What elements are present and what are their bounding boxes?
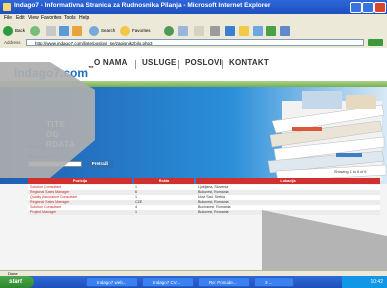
- browser-toolbar: Back Search Favorites: [0, 23, 387, 39]
- nav-item-usluge[interactable]: USLUGE: [142, 58, 177, 67]
- taskbar-item[interactable]: Indago7 web...: [86, 277, 138, 287]
- nav-item-o-nama[interactable]: O NAMA: [94, 58, 128, 67]
- menu-edit[interactable]: Edit: [16, 15, 25, 21]
- go-button[interactable]: [368, 39, 383, 46]
- address-input[interactable]: http://www.indago7.com/liste/poslovi_se/…: [26, 39, 364, 46]
- folder-icon[interactable]: [239, 26, 249, 36]
- search-label: Search: [101, 28, 116, 33]
- stop-icon[interactable]: [46, 26, 56, 36]
- back-arrow-icon[interactable]: [3, 26, 13, 36]
- results-count: Showing 1 to 6 of 6: [334, 170, 367, 174]
- mail-icon[interactable]: [194, 26, 204, 36]
- job-location: Bukurest, Romania: [198, 210, 229, 214]
- window-title: Indago7 - Informativna Stranica za Rudno…: [14, 2, 271, 9]
- ie-icon: [3, 3, 11, 11]
- table-row[interactable]: Project Manager 1 Bukurest, Romania: [28, 210, 380, 215]
- home-icon[interactable]: [72, 26, 82, 36]
- window-titlebar: Indago7 - Informativna Stranica za Rudno…: [0, 0, 387, 14]
- back-label: Back: [15, 28, 26, 33]
- keyword-input[interactable]: [28, 161, 82, 167]
- print-icon[interactable]: [210, 26, 220, 36]
- messenger-icon[interactable]: [253, 26, 263, 36]
- taskbar-item[interactable]: 3 ...: [254, 277, 294, 287]
- web-page: Indago7.com™ O NAMA USLUGE POSLOVI KONTA…: [0, 48, 387, 270]
- job-deadline: 1: [135, 210, 137, 214]
- media-icon[interactable]: [164, 26, 174, 36]
- menu-view[interactable]: View: [28, 15, 39, 21]
- taskbar: start Indago7 web... Indago7 CV... Re: P…: [0, 276, 387, 288]
- favorites-star-icon[interactable]: [120, 26, 130, 36]
- taskbar-item[interactable]: Re: Ponude...: [198, 277, 250, 287]
- taskbar-item[interactable]: Indago7 CV...: [142, 277, 194, 287]
- nav-divider: [178, 60, 179, 69]
- hero-banner: TITE OG RDATA: [0, 87, 387, 184]
- job-title-link[interactable]: Project Manager: [30, 210, 130, 215]
- system-tray: 10:42: [342, 276, 387, 288]
- start-button[interactable]: start: [0, 276, 34, 288]
- address-label: Address: [4, 40, 21, 45]
- keyword-label: Ključna Reč: [28, 154, 54, 159]
- close-button[interactable]: [374, 2, 386, 13]
- favorites-label: Favorites: [132, 28, 151, 33]
- banner-line-1: TITE: [46, 120, 66, 129]
- logo-text: Indago7.com: [14, 66, 89, 80]
- clock: 10:42: [370, 279, 383, 285]
- refresh-icon[interactable]: [59, 26, 69, 36]
- search-icon[interactable]: [89, 26, 99, 36]
- column-header-location[interactable]: Lokacija: [196, 178, 380, 184]
- banner-line-3: RDATA: [46, 140, 76, 149]
- section-title: Poslovi: [28, 144, 45, 149]
- search-button[interactable]: Pretraži: [86, 160, 114, 168]
- menu-file[interactable]: File: [4, 15, 12, 21]
- nav-item-poslovi[interactable]: POSLOVI: [185, 58, 222, 67]
- windows-icon[interactable]: [280, 26, 290, 36]
- site-logo[interactable]: Indago7.com™: [14, 66, 94, 80]
- paper-stack-image: [267, 91, 387, 182]
- menu-favorites[interactable]: Favorites: [41, 15, 62, 21]
- menu-bar: File Edit View Favorites Tools Help: [0, 14, 387, 23]
- column-header-position[interactable]: Pozicija: [28, 178, 132, 184]
- column-header-deadline[interactable]: Rokta: [134, 178, 194, 184]
- nav-divider: [222, 60, 223, 69]
- minimize-button[interactable]: [350, 2, 362, 13]
- history-icon[interactable]: [178, 26, 188, 36]
- research-icon[interactable]: [266, 26, 276, 36]
- banner-line-2: OG: [46, 130, 60, 139]
- edit-icon[interactable]: [225, 26, 235, 36]
- nav-item-kontakt[interactable]: KONTAKT: [229, 58, 269, 67]
- menu-tools[interactable]: Tools: [64, 15, 76, 21]
- nav-divider: [135, 60, 136, 69]
- menu-help[interactable]: Help: [79, 15, 89, 21]
- forward-arrow-icon[interactable]: [30, 26, 40, 36]
- maximize-button[interactable]: [362, 2, 374, 13]
